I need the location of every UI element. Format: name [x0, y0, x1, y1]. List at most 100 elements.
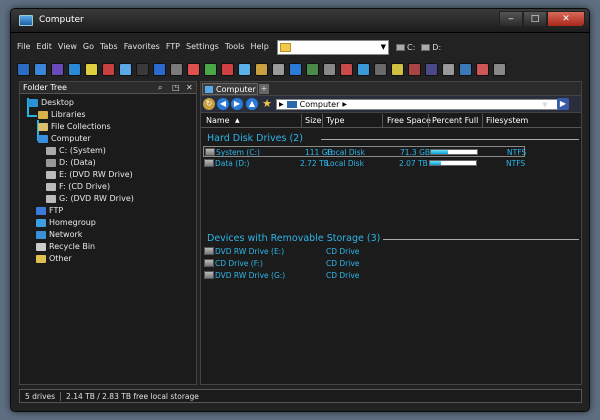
column-filesystem[interactable]: Filesystem [486, 116, 528, 125]
tree-node-d-data[interactable]: D: (Data) [46, 158, 96, 167]
back-button[interactable]: ◀ [217, 98, 229, 110]
toolbar-button-icon[interactable] [238, 63, 251, 76]
toolbar-button-icon[interactable] [306, 63, 319, 76]
go-button[interactable]: ▶ [557, 98, 569, 110]
drive-type: Local Disk [326, 159, 364, 168]
chevron-down-icon[interactable]: ▼ [381, 43, 386, 51]
toolbar-button-icon[interactable] [391, 63, 404, 76]
toolbar-button-icon[interactable] [323, 63, 336, 76]
tree-node-network[interactable]: Network [36, 230, 82, 239]
tree-node-recycle-bin[interactable]: Recycle Bin [36, 242, 95, 251]
navigation-bar: ↻ ◀ ▶ ▲ ★ ▶ Computer ▶ ▼ ▶ [201, 96, 581, 113]
toolbar-button-icon[interactable] [68, 63, 81, 76]
up-button[interactable]: ▲ [246, 98, 258, 110]
breadcrumb[interactable]: ▶ Computer ▶ [276, 99, 564, 110]
drive-row[interactable]: Data (D:) 2.72 TB Local Disk 2.07 TB NTFS [203, 158, 525, 168]
toolbar-button-icon[interactable] [289, 63, 302, 76]
toolbar-button-icon[interactable] [442, 63, 455, 76]
menu-favorites[interactable]: Favorites [124, 42, 160, 51]
close-button[interactable]: ✕ [547, 11, 585, 27]
title-bar[interactable]: Computer ‒ □ ✕ [11, 9, 589, 33]
drive-button-d[interactable]: D: [421, 43, 441, 52]
tree-node-other[interactable]: Other [36, 254, 72, 263]
tree-node-label: D: (Data) [59, 158, 96, 167]
menu-file[interactable]: File [17, 42, 30, 51]
breadcrumb-item-computer[interactable]: Computer [300, 100, 340, 109]
toolbar-button-icon[interactable] [459, 63, 472, 76]
group-header[interactable]: Devices with Removable Storage (3) [207, 233, 380, 244]
toolbar-button-icon[interactable] [17, 63, 30, 76]
favorites-star-icon[interactable]: ★ [261, 98, 273, 110]
minimize-button[interactable]: ‒ [499, 11, 523, 27]
menu-view[interactable]: View [58, 42, 77, 51]
toolbar-button-icon[interactable] [51, 63, 64, 76]
column-divider[interactable] [382, 114, 383, 127]
tree-node-desktop[interactable]: Desktop [28, 98, 74, 107]
toolbar-button-icon[interactable] [102, 63, 115, 76]
menu-tabs[interactable]: Tabs [100, 42, 118, 51]
new-tab-button[interactable]: + [259, 84, 269, 94]
menu-help[interactable]: Help [251, 42, 269, 51]
column-name[interactable]: Name [206, 116, 230, 125]
toolbar-button-icon[interactable] [272, 63, 285, 76]
drive-row[interactable]: System (C:) 111 GB Local Disk 71.3 GB NTFS [203, 146, 526, 157]
drive-button-c[interactable]: C: [396, 43, 415, 52]
tree-node-c-system[interactable]: C: (System) [46, 146, 106, 155]
toolbar-button-icon[interactable] [476, 63, 489, 76]
toolbar-button-icon[interactable] [340, 63, 353, 76]
address-combo[interactable]: ▼ [277, 40, 389, 55]
menu-edit[interactable]: Edit [36, 42, 52, 51]
tab-bar: Computer + [201, 82, 581, 96]
maximize-button[interactable]: □ [523, 11, 547, 27]
menu-tools[interactable]: Tools [225, 42, 245, 51]
tree-node-homegroup[interactable]: Homegroup [36, 218, 96, 227]
breadcrumb-dropdown-icon[interactable]: ▼ [539, 99, 551, 111]
tree-node-icon [38, 122, 48, 131]
column-divider[interactable] [301, 114, 302, 127]
menu-ftp[interactable]: FTP [166, 42, 180, 51]
tree-node-file-collections[interactable]: File Collections [38, 122, 111, 131]
tree-node-f-cd-drive[interactable]: F: (CD Drive) [46, 182, 110, 191]
search-icon[interactable]: ⌕ [158, 83, 162, 93]
forward-button[interactable]: ▶ [231, 98, 243, 110]
undock-icon[interactable]: ◳ [172, 83, 180, 92]
toolbar-button-icon[interactable] [136, 63, 149, 76]
toolbar-button-icon[interactable] [204, 63, 217, 76]
toolbar-button-icon[interactable] [374, 63, 387, 76]
toolbar-button-icon[interactable] [170, 63, 183, 76]
column-percent-full[interactable]: Percent Full [432, 116, 478, 125]
group-header[interactable]: Hard Disk Drives (2) [207, 133, 303, 144]
tree-node-ftp[interactable]: FTP [36, 206, 63, 215]
drive-icon [421, 44, 431, 51]
toolbar-button-icon[interactable] [408, 63, 421, 76]
toolbar-button-icon[interactable] [153, 63, 166, 76]
column-free-space[interactable]: Free Space [387, 116, 431, 125]
toolbar-button-icon[interactable] [119, 63, 132, 76]
column-divider[interactable] [482, 114, 483, 127]
refresh-icon[interactable]: ↻ [203, 98, 215, 110]
toolbar-button-icon[interactable] [425, 63, 438, 76]
column-divider[interactable] [428, 114, 429, 127]
toolbar-button-icon[interactable] [357, 63, 370, 76]
column-type[interactable]: Type [326, 116, 344, 125]
menu-settings[interactable]: Settings [186, 42, 219, 51]
tree-node-e-dvd-rw-drive[interactable]: E: (DVD RW Drive) [46, 170, 133, 179]
tree-node-g-dvd-rw-drive[interactable]: G: (DVD RW Drive) [46, 194, 134, 203]
menu-go[interactable]: Go [83, 42, 94, 51]
drive-row[interactable]: DVD RW Drive (G:) CD Drive [203, 270, 525, 280]
toolbar-button-icon[interactable] [34, 63, 47, 76]
percent-full-fill [430, 161, 442, 165]
tree-node-libraries[interactable]: Libraries [38, 110, 86, 119]
toolbar-button-icon[interactable] [221, 63, 234, 76]
toolbar-button-icon[interactable] [85, 63, 98, 76]
toolbar-button-icon[interactable] [187, 63, 200, 76]
drive-row[interactable]: CD Drive (F:) CD Drive [203, 258, 525, 268]
column-divider[interactable] [322, 114, 323, 127]
close-icon[interactable]: ✕ [186, 83, 193, 92]
column-size[interactable]: Size [305, 116, 321, 125]
toolbar-button-icon[interactable] [255, 63, 268, 76]
toolbar-button-icon[interactable] [493, 63, 506, 76]
tab-computer[interactable]: Computer [202, 83, 258, 95]
drive-row[interactable]: DVD RW Drive (E:) CD Drive [203, 246, 525, 256]
tree-node-computer[interactable]: Computer [38, 134, 91, 143]
